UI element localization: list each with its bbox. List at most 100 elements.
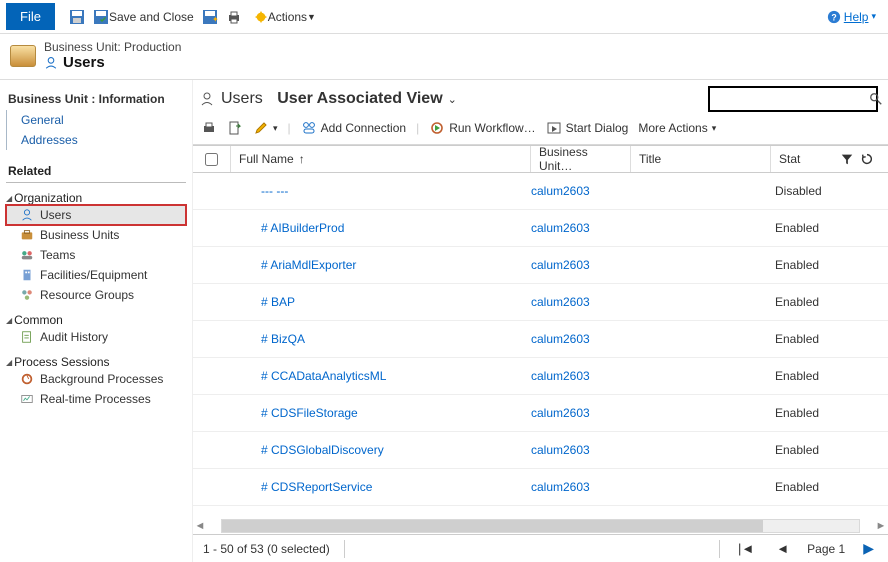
more-actions-button[interactable]: More Actions ▾: [638, 121, 716, 135]
cell-full-name[interactable]: # BAP: [231, 295, 531, 309]
cell-status: Enabled: [771, 369, 888, 383]
actions-button[interactable]: Actions ▼: [250, 8, 320, 26]
run-workflow-button[interactable]: Run Workflow…: [429, 120, 535, 136]
save-and-close-button[interactable]: Save and Close: [89, 7, 198, 27]
add-connection-button[interactable]: Add Connection: [301, 120, 406, 136]
svg-text:?: ?: [831, 12, 836, 22]
start-dialog-button[interactable]: Start Dialog: [546, 120, 629, 136]
scroll-track[interactable]: [221, 519, 860, 533]
save-new-icon[interactable]: ✦: [201, 8, 219, 26]
nav-common-header[interactable]: ◢Common: [6, 313, 186, 327]
pager-next-button[interactable]: ▶: [859, 540, 878, 557]
view-entity-label: Users: [221, 90, 263, 108]
table-row[interactable]: --- ---calum2603 Disabled: [193, 173, 888, 210]
resource-icon: [20, 288, 34, 302]
cell-full-name[interactable]: # BizQA: [231, 332, 531, 346]
column-business-unit[interactable]: Business Unit…: [531, 146, 631, 172]
user-icon: [44, 56, 58, 70]
nav-related-header: Related: [6, 160, 186, 183]
select-all-checkbox[interactable]: [205, 153, 218, 166]
nav-item-business-units[interactable]: Business Units: [6, 225, 186, 245]
nav-organization-header[interactable]: ◢Organization: [6, 191, 186, 205]
scroll-left-icon[interactable]: ◄: [193, 519, 207, 533]
edit-icon[interactable]: ▾: [253, 120, 278, 136]
building-icon: [20, 268, 34, 282]
scroll-right-icon[interactable]: ►: [874, 519, 888, 533]
table-row[interactable]: # CDSGlobalDiscoverycalum2603 Enabled: [193, 432, 888, 469]
pager-prev-button[interactable]: ◄: [772, 541, 793, 556]
view-header: Users User Associated View ⌄: [193, 80, 888, 116]
help-link[interactable]: ? Help ▾: [827, 10, 876, 24]
sort-asc-icon: ↑: [299, 152, 305, 166]
nav-item-audit-history[interactable]: Audit History: [6, 327, 186, 347]
cell-business-unit[interactable]: calum2603: [531, 295, 631, 309]
cell-full-name[interactable]: --- ---: [231, 184, 531, 198]
search-icon[interactable]: [869, 92, 883, 106]
save-and-close-label: Save and Close: [109, 10, 194, 24]
table-row[interactable]: # AriaMdlExportercalum2603 Enabled: [193, 247, 888, 284]
table-row[interactable]: # CDSFileStoragecalum2603 Enabled: [193, 395, 888, 432]
cell-full-name[interactable]: # CCADataAnalyticsML: [231, 369, 531, 383]
cell-status: Enabled: [771, 443, 888, 457]
file-tab[interactable]: File: [6, 3, 55, 30]
column-full-name[interactable]: Full Name ↑: [231, 146, 531, 172]
column-title[interactable]: Title: [631, 146, 771, 172]
horizontal-scrollbar[interactable]: ◄ ►: [193, 518, 888, 534]
process-icon: [20, 372, 34, 386]
table-row[interactable]: # BizQAcalum2603Enabled: [193, 321, 888, 358]
chevron-down-icon: ▾: [871, 11, 876, 22]
pager: 1 - 50 of 53 (0 selected) |◄ ◄ Page 1 ▶: [193, 534, 888, 562]
nav-item-users[interactable]: Users: [6, 205, 186, 225]
caret-down-icon: ◢: [6, 358, 12, 367]
filter-icon[interactable]: [840, 152, 854, 166]
nav-item-realtime-processes[interactable]: Real-time Processes: [6, 389, 186, 409]
svg-text:✦: ✦: [212, 15, 218, 24]
table-row[interactable]: # AIBuilderProdcalum2603Enabled: [193, 210, 888, 247]
actions-label: Actions: [268, 10, 307, 24]
print-grid-icon[interactable]: [201, 120, 217, 136]
cell-full-name[interactable]: # CDSFileStorage: [231, 406, 531, 420]
cell-business-unit[interactable]: calum2603: [531, 184, 631, 198]
print-icon[interactable]: [225, 8, 243, 26]
table-row[interactable]: # CCADataAnalyticsMLcalum2603 Enabled: [193, 358, 888, 395]
pager-first-button[interactable]: |◄: [734, 541, 758, 556]
cell-full-name[interactable]: # AIBuilderProd: [231, 221, 531, 235]
nav-item-background-processes[interactable]: Background Processes: [6, 369, 186, 389]
cell-business-unit[interactable]: calum2603: [531, 406, 631, 420]
cell-business-unit[interactable]: calum2603: [531, 221, 631, 235]
chevron-down-icon: ▾: [712, 123, 717, 134]
grid-header: Full Name ↑ Business Unit… Title Stat: [193, 145, 888, 173]
cell-full-name[interactable]: # AriaMdlExporter: [231, 258, 531, 272]
caret-down-icon: ◢: [6, 316, 12, 325]
cell-full-name[interactable]: # CDSGlobalDiscovery: [231, 443, 531, 457]
nav-item-facilities[interactable]: Facilities/Equipment: [6, 265, 186, 285]
refresh-icon[interactable]: [860, 152, 874, 166]
cell-business-unit[interactable]: calum2603: [531, 369, 631, 383]
search-input[interactable]: [714, 92, 869, 106]
nav-item-teams[interactable]: Teams: [6, 245, 186, 265]
chevron-down-icon[interactable]: ⌄: [448, 93, 457, 106]
nav-addresses[interactable]: Addresses: [6, 130, 186, 150]
scroll-thumb[interactable]: [222, 520, 763, 532]
table-row[interactable]: # CDSReportServicecalum2603Enabled: [193, 469, 888, 506]
view-name[interactable]: User Associated View: [277, 90, 442, 108]
cell-full-name[interactable]: # CDSReportService: [231, 480, 531, 494]
cell-business-unit[interactable]: calum2603: [531, 443, 631, 457]
nav-general[interactable]: General: [6, 110, 186, 130]
save-icon[interactable]: [68, 8, 86, 26]
column-status[interactable]: Stat: [771, 146, 888, 172]
cell-business-unit[interactable]: calum2603: [531, 480, 631, 494]
nav-item-resource-groups[interactable]: Resource Groups: [6, 285, 186, 305]
cell-business-unit[interactable]: calum2603: [531, 332, 631, 346]
cell-status: Enabled: [771, 406, 888, 420]
cell-status: Disabled: [771, 184, 888, 198]
cell-status: Enabled: [771, 258, 888, 272]
pager-range: 1 - 50 of 53 (0 selected): [203, 542, 330, 556]
cell-business-unit[interactable]: calum2603: [531, 258, 631, 272]
pager-page-label: Page 1: [807, 542, 845, 556]
search-box[interactable]: [708, 86, 878, 112]
export-icon[interactable]: [227, 120, 243, 136]
nav-process-header[interactable]: ◢Process Sessions: [6, 355, 186, 369]
chevron-down-icon: ▼: [307, 12, 316, 22]
table-row[interactable]: # BAPcalum2603Enabled: [193, 284, 888, 321]
